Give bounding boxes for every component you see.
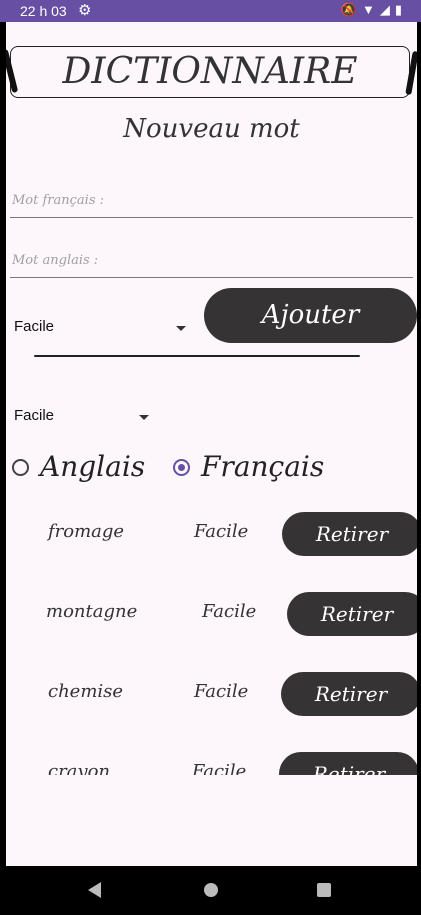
remove-button[interactable]: Retirer <box>282 512 417 556</box>
word-label: montagne <box>46 601 138 622</box>
list-item: fromage Facile Retirer <box>6 507 417 567</box>
french-word-field[interactable] <box>10 177 417 218</box>
english-word-field[interactable] <box>10 237 417 278</box>
wifi-icon: ▼ <box>361 2 380 17</box>
chevron-down-icon <box>176 326 186 331</box>
status-bar: 22 h 03 ⚙ 🔕▼◢▮ <box>0 0 421 22</box>
list-item: chemise Facile Retirer <box>6 667 417 727</box>
word-label: chemise <box>48 681 124 702</box>
status-icons: 🔕▼◢▮ <box>341 2 407 18</box>
recents-icon[interactable] <box>317 883 331 897</box>
level-label: Facile <box>194 681 249 702</box>
app-screen: DICTIONNAIRE Nouveau mot Facile Ajouter … <box>6 22 417 866</box>
navigation-bar <box>0 866 421 915</box>
gear-icon: ⚙ <box>78 2 92 19</box>
status-time: 22 h 03 <box>20 3 67 19</box>
back-icon[interactable] <box>88 882 101 898</box>
radio-label: Anglais <box>40 450 146 483</box>
page-title: DICTIONNAIRE <box>10 46 410 98</box>
difficulty-select[interactable]: Facile <box>14 318 188 340</box>
section-title: Nouveau mot <box>123 114 300 144</box>
list-item: crayon Facile Retirer <box>6 747 417 775</box>
radio-label: Français <box>201 450 325 483</box>
level-label: Facile <box>194 521 249 542</box>
chevron-down-icon <box>139 415 149 420</box>
filter-difficulty-select[interactable]: Facile <box>14 407 154 429</box>
word-label: fromage <box>48 521 125 542</box>
level-label: Facile <box>202 601 257 622</box>
divider <box>34 355 360 357</box>
french-word-input[interactable] <box>10 185 417 215</box>
radio-circle[interactable] <box>12 459 29 476</box>
mute-icon: 🔕 <box>340 2 362 17</box>
add-button[interactable]: Ajouter <box>204 288 417 343</box>
remove-button[interactable]: Retirer <box>281 672 417 716</box>
remove-button[interactable]: Retirer <box>287 592 417 636</box>
radio-circle[interactable] <box>173 459 190 476</box>
home-icon[interactable] <box>204 883 218 897</box>
difficulty-select-value: Facile <box>14 318 55 335</box>
word-label: crayon <box>48 761 111 775</box>
english-word-input[interactable] <box>10 245 417 275</box>
filter-difficulty-value: Facile <box>14 407 55 424</box>
word-list: fromage Facile Retirer montagne Facile R… <box>6 507 417 775</box>
battery-icon: ▮ <box>394 2 407 17</box>
list-item: montagne Facile Retirer <box>6 587 417 647</box>
signal-icon: ◢ <box>379 2 395 17</box>
level-label: Facile <box>192 761 247 775</box>
remove-button[interactable]: Retirer <box>279 752 417 775</box>
